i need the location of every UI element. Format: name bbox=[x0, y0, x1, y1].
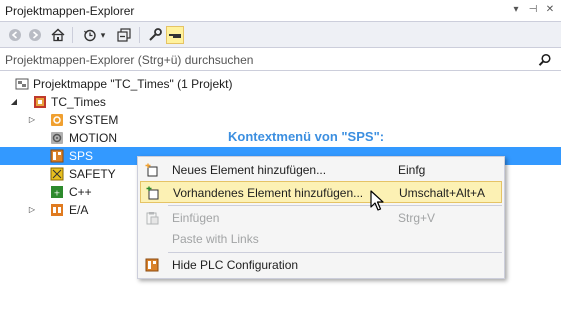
collapsed-arrow-icon[interactable]: ▷ bbox=[27, 201, 37, 219]
toolbar-separator bbox=[139, 27, 140, 43]
cpp-icon: + bbox=[51, 186, 63, 198]
tree-item-system[interactable]: ▷ SYSTEM bbox=[0, 111, 561, 129]
menu-item-hide-plc-config[interactable]: Hide PLC Configuration bbox=[140, 254, 502, 276]
tree-item-label: E/A bbox=[69, 203, 89, 217]
collapse-all-button[interactable] bbox=[115, 26, 133, 44]
search-icon bbox=[538, 53, 551, 66]
menu-item-label: Paste with Links bbox=[172, 232, 259, 246]
show-all-files-button[interactable] bbox=[166, 26, 184, 44]
back-button[interactable] bbox=[6, 26, 24, 44]
tree-item-label: C++ bbox=[69, 185, 92, 199]
project-label: TC_Times bbox=[51, 95, 106, 109]
menu-item-shortcut: Einfg bbox=[398, 163, 426, 177]
home-button[interactable] bbox=[49, 26, 67, 44]
window-dropdown-button[interactable]: ▾ bbox=[509, 3, 523, 17]
menu-item-new-element[interactable]: Neues Element hinzufügen... Einfg bbox=[140, 159, 502, 181]
new-item-icon bbox=[145, 163, 158, 177]
expanded-arrow-icon[interactable]: ◢ bbox=[9, 93, 19, 111]
menu-separator bbox=[168, 205, 502, 206]
paste-icon bbox=[146, 212, 159, 225]
tree-item-label: SAFETY bbox=[69, 167, 116, 181]
io-icon bbox=[51, 204, 63, 216]
search-button[interactable] bbox=[535, 51, 555, 69]
tree-project-row[interactable]: ◢ TC_Times bbox=[0, 93, 561, 111]
show-all-files-icon bbox=[169, 34, 181, 38]
menu-item-label: Vorhandenes Element hinzufügen... bbox=[173, 186, 364, 200]
history-dropdown[interactable]: ▾ bbox=[98, 26, 108, 44]
twincat-project-icon bbox=[34, 96, 46, 108]
forward-button[interactable] bbox=[26, 26, 44, 44]
menu-item-paste-with-links[interactable]: Paste with Links bbox=[140, 228, 502, 250]
tree-solution-row[interactable]: Projektmappe "TC_Times" (1 Projekt) bbox=[0, 75, 561, 93]
toolbar-separator bbox=[72, 27, 73, 43]
solution-icon bbox=[15, 78, 29, 90]
menu-item-paste[interactable]: Einfügen Strg+V bbox=[140, 207, 502, 229]
mouse-pointer-icon bbox=[370, 190, 384, 211]
hide-plc-config-icon bbox=[145, 258, 159, 272]
explorer-titlebar: Projektmappen-Explorer ▾ ⊣ ✕ bbox=[0, 0, 561, 22]
menu-item-add-existing[interactable]: Vorhandenes Element hinzufügen... Umscha… bbox=[140, 181, 502, 203]
context-menu: Neues Element hinzufügen... Einfg Vorhan… bbox=[137, 156, 505, 279]
forward-icon bbox=[29, 29, 41, 41]
window-title: Projektmappen-Explorer bbox=[5, 4, 135, 18]
menu-item-shortcut: Strg+V bbox=[398, 211, 436, 225]
collapsed-arrow-icon[interactable]: ▷ bbox=[27, 111, 37, 129]
menu-item-shortcut: Umschalt+Alt+A bbox=[399, 186, 486, 200]
properties-button[interactable] bbox=[146, 26, 164, 44]
add-existing-item-icon bbox=[146, 186, 159, 200]
search-bar bbox=[0, 49, 561, 71]
close-button[interactable]: ✕ bbox=[543, 3, 557, 17]
properties-icon bbox=[149, 28, 162, 41]
pin-button[interactable]: ⊣ bbox=[526, 3, 540, 17]
menu-item-label: Neues Element hinzufügen... bbox=[172, 163, 327, 177]
menu-item-label: Einfügen bbox=[172, 211, 220, 225]
tree-item-label: MOTION bbox=[69, 131, 117, 145]
back-icon bbox=[9, 29, 21, 41]
context-menu-annotation: Kontextmenü von "SPS": bbox=[228, 129, 385, 144]
plc-icon bbox=[50, 149, 64, 163]
menu-item-label: Hide PLC Configuration bbox=[172, 258, 299, 272]
search-input[interactable] bbox=[0, 49, 535, 70]
safety-icon bbox=[50, 167, 64, 181]
tree-item-label: SPS bbox=[69, 149, 94, 163]
menu-separator bbox=[168, 252, 502, 253]
history-button[interactable] bbox=[81, 26, 99, 44]
tree-item-label: SYSTEM bbox=[69, 113, 119, 127]
explorer-toolbar: ▾ bbox=[0, 22, 561, 48]
svg-text:+: + bbox=[54, 189, 61, 198]
motion-icon bbox=[51, 132, 63, 144]
history-icon bbox=[84, 29, 96, 42]
collapse-all-icon bbox=[117, 28, 131, 42]
home-icon bbox=[51, 28, 65, 42]
solution-label: Projektmappe "TC_Times" (1 Projekt) bbox=[33, 77, 233, 91]
system-icon bbox=[51, 114, 63, 126]
